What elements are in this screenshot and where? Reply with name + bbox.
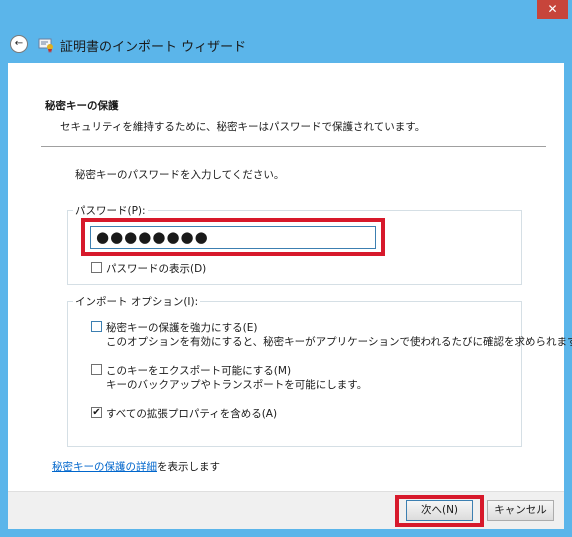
strong-protection-label: 秘密キーの保護を強力にする(E)	[106, 322, 258, 334]
close-button[interactable]: ✕	[537, 0, 568, 19]
private-key-details-link[interactable]: 秘密キーの保護の詳細	[52, 461, 157, 473]
strong-protection-desc: このオプションを有効にすると、秘密キーがアプリケーションで使われるたびに確認を求…	[106, 336, 572, 348]
instruction-text: 秘密キーのパスワードを入力してください。	[75, 169, 285, 181]
checkmark-icon: ✔	[92, 407, 101, 418]
show-password-checkbox[interactable]	[91, 262, 102, 273]
back-arrow-icon: ←	[14, 38, 24, 49]
header-divider	[41, 146, 546, 147]
import-options-group-label: インポート オプション(I):	[73, 294, 201, 309]
page-title: 秘密キーの保護	[45, 100, 119, 112]
close-icon: ✕	[547, 2, 558, 16]
back-button[interactable]: ←	[10, 35, 28, 53]
exportable-key-label: このキーをエクスポート可能にする(M)	[106, 365, 292, 377]
window-title: 証明書のインポート ウィザード	[60, 40, 247, 55]
more-info-suffix: を表示します	[157, 461, 220, 473]
exportable-key-checkbox[interactable]	[91, 364, 102, 375]
certificate-icon	[38, 38, 53, 53]
wizard-window: ✕ ← 証明書のインポート ウィザード 秘密キーの保護 セキュリティを維持するた…	[0, 0, 572, 537]
page-subtitle: セキュリティを維持するために、秘密キーはパスワードで保護されています。	[60, 121, 426, 133]
password-input[interactable]: ●●●●●●●●	[90, 226, 376, 249]
exportable-key-desc: キーのバックアップやトランスポートを可能にします。	[106, 379, 368, 391]
cancel-button[interactable]: キャンセル	[487, 500, 554, 521]
next-button[interactable]: 次へ(N)	[406, 500, 473, 521]
more-info-line: 秘密キーの保護の詳細を表示します	[52, 459, 220, 474]
extended-properties-label: すべての拡張プロパティを含める(A)	[106, 408, 278, 420]
extended-properties-checkbox[interactable]: ✔	[91, 407, 102, 418]
strong-protection-checkbox[interactable]	[91, 321, 102, 332]
show-password-label: パスワードの表示(D)	[106, 263, 207, 275]
password-group-label: パスワード(P):	[73, 203, 148, 218]
